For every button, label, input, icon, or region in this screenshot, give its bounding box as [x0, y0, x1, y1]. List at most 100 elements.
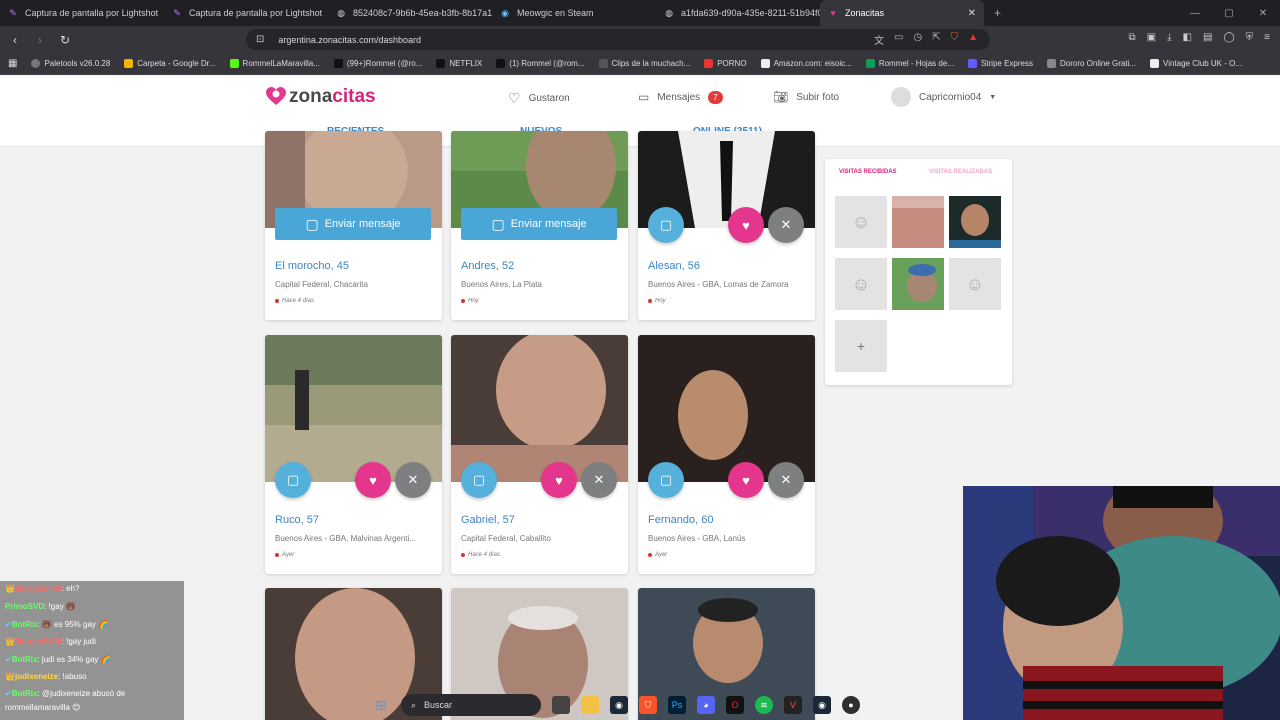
sidebar-icon[interactable]: ◧ [1183, 32, 1192, 43]
bookmark-item[interactable]: Vintage Club UK - O... [1150, 59, 1242, 68]
browser-tab[interactable]: ◍ 852408c7-9b6b-45ea-b3fb-8b17a17 [328, 0, 492, 26]
back-icon[interactable]: ‹ [5, 33, 25, 47]
profile-card[interactable]: ▢ Enviar mensaje El morocho, 45 Capital F… [265, 131, 442, 320]
profile-card[interactable]: ▢ ♥ ✕ Fernando, 60 Buenos Aires - GBA, L… [638, 335, 815, 574]
rewards-icon[interactable]: ▲ [968, 32, 978, 47]
photoshop-icon[interactable]: Ps [668, 696, 686, 714]
bookmark-item[interactable]: RommelLaMaravilla... [229, 59, 320, 68]
nav-messages[interactable]: ▭ Mensajes 7 [638, 90, 723, 104]
close-tab-icon[interactable]: ✕ [968, 8, 976, 19]
profile-name[interactable]: Alesan, 56 [648, 260, 700, 272]
bookmark-item[interactable]: Clips de la muchach... [598, 59, 690, 68]
visitor-placeholder[interactable]: ☺ [949, 258, 1001, 310]
bookmark-item[interactable]: Amazon.com: eisoic... [760, 59, 852, 68]
visitor-photo[interactable] [949, 196, 1001, 248]
steam-icon[interactable]: ◉ [813, 696, 831, 714]
send-message-button[interactable]: ▢ Enviar mensaje [461, 208, 617, 240]
file-explorer-icon[interactable] [581, 696, 599, 714]
profile-name[interactable]: Ruco, 57 [275, 514, 319, 526]
wallet-icon[interactable]: ▣ [1147, 32, 1156, 43]
tab-visits-received[interactable]: VISITAS RECIBIDAS [839, 169, 897, 175]
tab-search-icon[interactable]: ▤ [1203, 32, 1212, 43]
brave-shield-icon[interactable]: ⛉ [951, 32, 959, 47]
bookmark-label: Amazon.com: eisoic... [773, 59, 852, 68]
nav-likes[interactable]: ♡ Gustaron [508, 90, 570, 107]
browser-tab[interactable]: ✎ Captura de pantalla por Lightshot [0, 0, 164, 26]
valorant-icon[interactable]: V [784, 696, 802, 714]
spotify-icon[interactable]: ≋ [755, 696, 773, 714]
minimize-icon[interactable]: — [1178, 0, 1212, 26]
user-menu[interactable]: Capricornio04 ▼ [891, 87, 996, 107]
discord-icon[interactable]: ◕ [697, 696, 715, 714]
browser-tab[interactable]: ◉ Meowgic en Steam [492, 0, 656, 26]
share-icon[interactable]: ⇱ [932, 32, 940, 47]
profile-name[interactable]: El morocho, 45 [275, 260, 349, 272]
message-button[interactable]: ▢ [648, 462, 684, 498]
like-button[interactable]: ♥ [355, 462, 391, 498]
like-button[interactable]: ♥ [541, 462, 577, 498]
visitor-photo[interactable] [892, 258, 944, 310]
browser-tab-active[interactable]: ♥ Zonacitas ✕ [820, 0, 984, 26]
message-button[interactable]: ▢ [275, 462, 311, 498]
dismiss-button[interactable]: ✕ [581, 462, 617, 498]
reload-icon[interactable]: ↻ [55, 33, 75, 47]
profile-icon[interactable]: ◯ [1223, 32, 1234, 43]
message-button[interactable]: ▢ [461, 462, 497, 498]
translate-icon[interactable]: 文 [874, 32, 884, 47]
bookmark-item[interactable]: Paletools v26.0.28 [31, 59, 110, 68]
vpn-icon[interactable]: ⛨ [1246, 32, 1254, 43]
screen-icon[interactable]: ▭ [894, 32, 903, 47]
download-icon[interactable]: ⤓ [1167, 32, 1171, 43]
dismiss-button[interactable]: ✕ [395, 462, 431, 498]
bookmark-item[interactable]: Carpeta - Google Dr... [124, 59, 216, 68]
bookmark-item[interactable]: NETFLIX [436, 59, 482, 68]
apps-grid-icon[interactable]: ▦ [8, 58, 17, 69]
bookmark-item[interactable]: Rommel - Hojas de... [865, 59, 954, 68]
profile-card[interactable]: ▢ ♥ ✕ Alesan, 56 Buenos Aires - GBA, Lom… [638, 131, 815, 320]
profile-name[interactable]: Andres, 52 [461, 260, 514, 272]
last-active: Ayer [275, 552, 294, 558]
dismiss-button[interactable]: ✕ [768, 462, 804, 498]
history-icon[interactable]: ◷ [913, 32, 922, 47]
obs-icon[interactable]: ● [842, 696, 860, 714]
new-tab-button[interactable]: + [984, 0, 1011, 26]
visitor-placeholder[interactable]: ☺ [835, 258, 887, 310]
bookmark-item[interactable]: Stripe Express [967, 59, 1033, 68]
profile-name[interactable]: Gabriel, 57 [461, 514, 515, 526]
steam-icon[interactable]: ◉ [610, 696, 628, 714]
profile-card[interactable]: ▢ Enviar mensaje Andres, 52 Buenos Aires,… [451, 131, 628, 320]
browser-tab[interactable]: ✎ Captura de pantalla por Lightshot [164, 0, 328, 26]
task-view-icon[interactable] [552, 696, 570, 714]
nav-upload-photo[interactable]: 📷︎ Subir foto [773, 90, 839, 104]
taskbar-search[interactable]: ⌕ Buscar [401, 694, 541, 716]
dismiss-button[interactable]: ✕ [768, 207, 804, 243]
globe-icon: ◍ [337, 8, 345, 18]
like-button[interactable]: ♥ [728, 462, 764, 498]
close-window-icon[interactable]: ✕ [1246, 0, 1280, 26]
profile-card[interactable]: ▢ ♥ ✕ Ruco, 57 Buenos Aires - GBA, Malvi… [265, 335, 442, 574]
brave-icon[interactable]: ⛉ [639, 696, 657, 714]
visitor-placeholder[interactable]: ☺ [835, 196, 887, 248]
opera-icon[interactable]: O [726, 696, 744, 714]
bookmark-item[interactable]: PORNO [704, 59, 747, 68]
profile-name[interactable]: Fernando, 60 [648, 514, 713, 526]
bookmark-item[interactable]: (99+)Rommel (@ro... [333, 59, 422, 68]
address-bar[interactable]: ⊡ argentina.zonacitas.com/dashboard 文 ▭ … [246, 29, 990, 50]
bookmark-icon[interactable]: ⊡ [256, 34, 264, 45]
extensions-icon[interactable]: ⧉ [1129, 32, 1136, 43]
site-logo[interactable]: zona citas [266, 86, 376, 108]
forward-icon[interactable]: › [30, 33, 50, 47]
like-button[interactable]: ♥ [728, 207, 764, 243]
browser-tab[interactable]: ◍ a1fda639-d90a-435e-8211-51b94f0 [656, 0, 820, 26]
message-button[interactable]: ▢ [648, 207, 684, 243]
menu-icon[interactable]: ≡ [1264, 32, 1270, 43]
bookmark-item[interactable]: Dororo Online Grati... [1046, 59, 1136, 68]
bookmark-item[interactable]: (1) Rommel (@rom... [496, 59, 585, 68]
windows-start-icon[interactable]: ⊞ [372, 696, 390, 714]
send-message-button[interactable]: ▢ Enviar mensaje [275, 208, 431, 240]
tab-visits-made[interactable]: VISITAS REALIZADAS [929, 169, 992, 175]
see-more-visits-button[interactable]: + [835, 320, 887, 372]
profile-card[interactable]: ▢ ♥ ✕ Gabriel, 57 Capital Federal, Cabal… [451, 335, 628, 574]
maximize-icon[interactable]: ▢ [1212, 0, 1246, 26]
visitor-photo[interactable] [892, 196, 944, 248]
